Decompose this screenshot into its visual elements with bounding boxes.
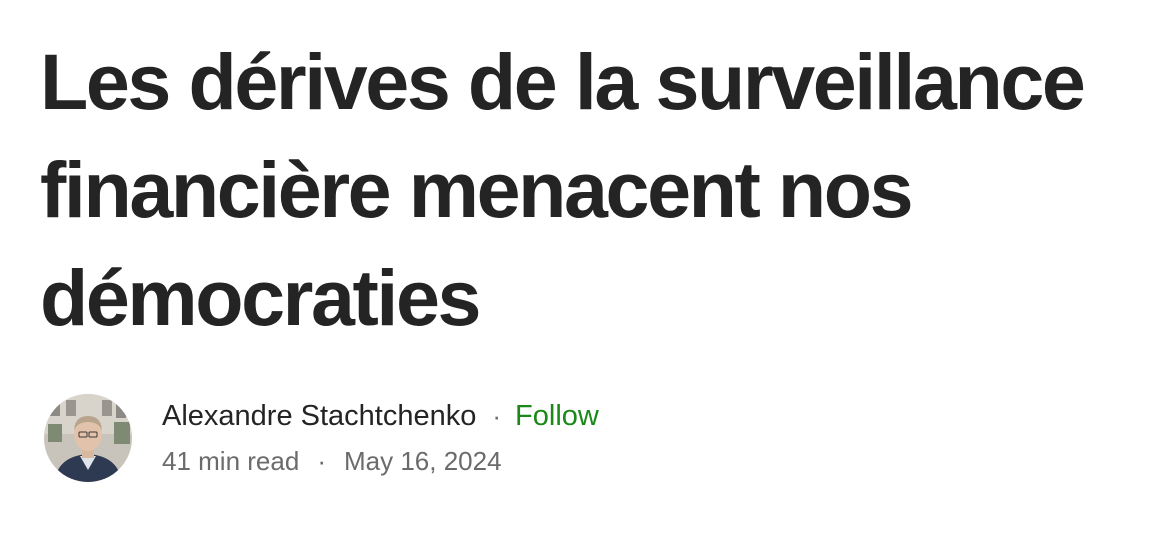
publish-date: May 16, 2024 bbox=[343, 445, 502, 476]
article-title: Les dérives de la surveillance financièr… bbox=[40, 37, 1086, 342]
author-avatar[interactable] bbox=[44, 394, 132, 482]
follow-button[interactable]: Follow bbox=[515, 400, 599, 433]
author-name-link[interactable]: Alexandre Stachtchenko bbox=[162, 400, 476, 433]
separator-dot: · bbox=[317, 445, 326, 476]
avatar-photo bbox=[44, 394, 132, 482]
read-time: 41 min read bbox=[162, 445, 300, 476]
author-row: Alexandre Stachtchenko · Follow bbox=[162, 393, 599, 439]
article-info-row: 41 min read · May 16, 2024 bbox=[162, 439, 599, 483]
separator-dot: · bbox=[492, 400, 502, 431]
byline: Alexandre Stachtchenko · Follow 41 min r… bbox=[44, 393, 844, 483]
byline-meta: Alexandre Stachtchenko · Follow 41 min r… bbox=[162, 393, 599, 483]
